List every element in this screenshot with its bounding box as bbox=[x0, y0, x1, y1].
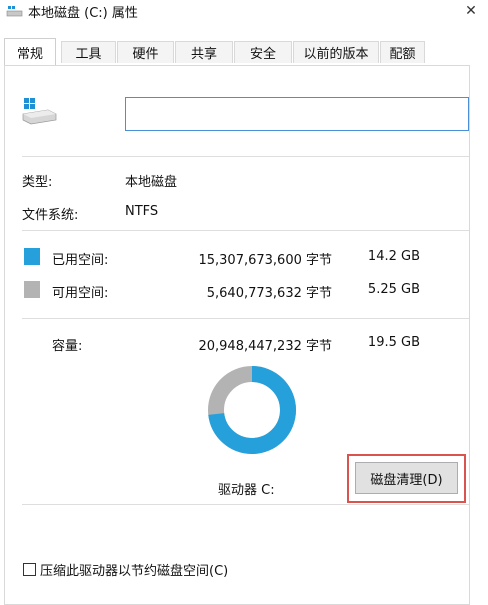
capacity-bytes: 20,948,447,232 字节 bbox=[198, 339, 332, 354]
filesystem-value: NTFS bbox=[125, 204, 159, 219]
free-space-bytes: 5,640,773,632 字节 bbox=[206, 286, 332, 301]
tab-general[interactable]: 常规 bbox=[4, 38, 56, 65]
drive-window-icon bbox=[6, 6, 23, 17]
free-space-size: 5.25 GB bbox=[367, 282, 420, 297]
filesystem-label: 文件系统: bbox=[22, 208, 79, 223]
tab-security[interactable]: 安全 bbox=[234, 41, 292, 63]
compress-option[interactable]: 压缩此驱动器以节约磁盘空间(C) bbox=[23, 560, 228, 579]
used-space-bytes: 15,307,673,600 字节 bbox=[198, 253, 332, 268]
drive-name-input[interactable] bbox=[125, 97, 469, 131]
compress-checkbox[interactable] bbox=[23, 563, 36, 576]
used-space-swatch bbox=[24, 248, 40, 265]
capacity-size: 19.5 GB bbox=[367, 335, 420, 350]
separator bbox=[22, 318, 469, 319]
drive-letter-label: 驱动器 C: bbox=[218, 483, 275, 498]
disk-cleanup-button[interactable]: 磁盘清理(D) bbox=[355, 462, 458, 494]
tab-quota[interactable]: 配额 bbox=[380, 41, 425, 63]
tab-strip: 常规 工具 硬件 共享 安全 以前的版本 配额 bbox=[4, 38, 444, 66]
type-value: 本地磁盘 bbox=[125, 175, 178, 190]
title-bar: 本地磁盘 (C:) 属性 ✕ bbox=[0, 0, 488, 26]
separator bbox=[22, 230, 469, 231]
free-space-swatch bbox=[24, 281, 40, 298]
close-icon: ✕ bbox=[465, 3, 477, 19]
compress-label: 压缩此驱动器以节约磁盘空间(C) bbox=[40, 564, 229, 579]
close-button[interactable]: ✕ bbox=[454, 0, 488, 22]
used-space-size: 14.2 GB bbox=[367, 249, 420, 264]
type-label: 类型: bbox=[22, 175, 53, 190]
tab-hardware[interactable]: 硬件 bbox=[117, 41, 174, 63]
separator bbox=[22, 504, 469, 505]
free-space-label: 可用空间: bbox=[52, 286, 109, 301]
tab-previous-versions[interactable]: 以前的版本 bbox=[293, 41, 379, 63]
drive-icon bbox=[22, 98, 57, 125]
separator bbox=[22, 156, 469, 157]
capacity-label: 容量: bbox=[52, 339, 83, 354]
tab-tools[interactable]: 工具 bbox=[61, 41, 116, 63]
disk-usage-donut bbox=[208, 366, 296, 454]
tab-sharing[interactable]: 共享 bbox=[175, 41, 233, 63]
used-space-label: 已用空间: bbox=[52, 253, 109, 268]
window-title: 本地磁盘 (C:) 属性 bbox=[28, 6, 138, 21]
